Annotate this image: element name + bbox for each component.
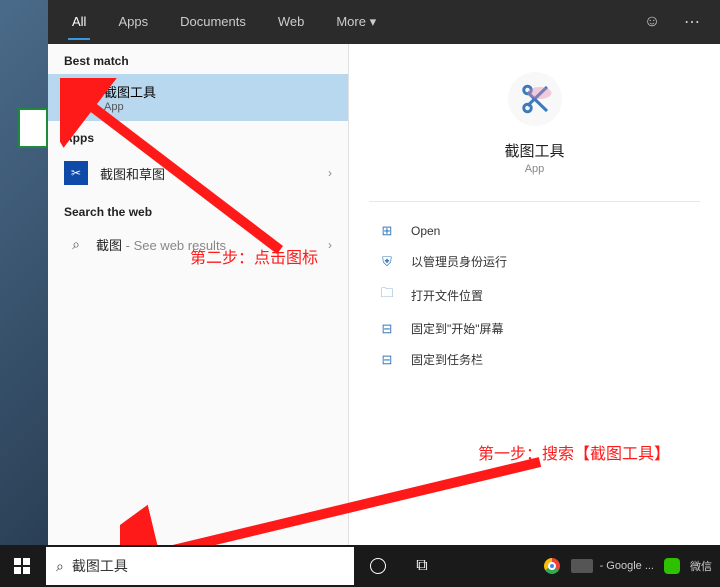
action-pin-taskbar[interactable]: ⊟固定到任务栏	[349, 344, 720, 375]
action-run-admin[interactable]: ⛨以管理员身份运行	[349, 246, 720, 277]
browser-tab-icon[interactable]	[570, 554, 594, 578]
pin-start-icon: ⊟	[377, 321, 397, 337]
chrome-taskbar-icon[interactable]	[540, 554, 564, 578]
best-match-header: Best match	[48, 44, 348, 74]
chevron-down-icon: ▾	[370, 14, 377, 29]
more-options-icon[interactable]: ⋯	[672, 12, 712, 32]
web-result-item[interactable]: ⌕ 截图 - See web results ›	[48, 225, 348, 264]
admin-icon: ⛨	[377, 254, 397, 270]
search-input[interactable]	[72, 558, 344, 574]
detail-title: 截图工具	[349, 140, 720, 161]
taskbar: ⌕ ⧉ - Google ... 微信	[0, 545, 720, 587]
tab-web[interactable]: Web	[262, 0, 321, 44]
tab-documents[interactable]: Documents	[164, 0, 262, 44]
tab-more[interactable]: More ▾	[320, 0, 392, 44]
search-filter-tabs: All Apps Documents Web More ▾ ☺ ⋯	[48, 0, 720, 44]
folder-icon: 🗀	[377, 284, 397, 306]
task-view-button[interactable]: ⧉	[400, 545, 444, 587]
snip-sketch-icon: ✂	[64, 161, 88, 185]
detail-subtitle: App	[349, 163, 720, 175]
best-match-subtitle: App	[104, 101, 156, 113]
wechat-taskbar-icon[interactable]	[660, 554, 684, 578]
tab-all[interactable]: All	[56, 0, 102, 44]
chevron-right-icon: ›	[328, 238, 332, 252]
search-icon: ⌕	[56, 558, 64, 575]
cortana-button[interactable]	[356, 545, 400, 587]
best-match-title: 截图工具	[104, 82, 156, 101]
windows-icon	[14, 558, 30, 574]
start-button[interactable]	[0, 545, 44, 587]
tab-apps[interactable]: Apps	[102, 0, 164, 44]
detail-panel: 截图工具 App ⊞Open ⛨以管理员身份运行 🗀打开文件位置 ⊟固定到"开始…	[348, 44, 720, 545]
divider	[369, 201, 700, 202]
scissors-icon	[508, 72, 562, 126]
web-header: Search the web	[48, 195, 348, 225]
apps-header: Apps	[48, 121, 348, 151]
app-result-title: 截图和草图	[100, 164, 328, 183]
web-result-term: 截图	[96, 238, 122, 253]
open-icon: ⊞	[377, 223, 397, 239]
action-pin-start[interactable]: ⊟固定到"开始"屏幕	[349, 313, 720, 344]
search-results-panel: Best match 截图工具 App Apps ✂ 截图和草图 › Searc…	[48, 44, 348, 545]
search-icon: ⌕	[64, 236, 88, 253]
app-result-item[interactable]: ✂ 截图和草图 ›	[48, 151, 348, 195]
action-open[interactable]: ⊞Open	[349, 216, 720, 246]
feedback-icon[interactable]: ☺	[632, 13, 672, 31]
tray-label-wechat: 微信	[690, 558, 712, 574]
web-result-suffix: - See web results	[122, 238, 226, 253]
tray-label-google: - Google ...	[600, 560, 654, 572]
action-list: ⊞Open ⛨以管理员身份运行 🗀打开文件位置 ⊟固定到"开始"屏幕 ⊟固定到任…	[349, 212, 720, 379]
system-tray: - Google ... 微信	[540, 554, 720, 578]
desktop-background	[0, 0, 48, 545]
taskbar-search-box[interactable]: ⌕	[46, 547, 354, 585]
action-open-location[interactable]: 🗀打开文件位置	[349, 277, 720, 313]
pin-taskbar-icon: ⊟	[377, 352, 397, 368]
best-match-item[interactable]: 截图工具 App	[48, 74, 348, 121]
chevron-right-icon: ›	[328, 166, 332, 180]
desktop-shortcut[interactable]	[18, 108, 48, 148]
scissors-icon	[64, 84, 92, 112]
